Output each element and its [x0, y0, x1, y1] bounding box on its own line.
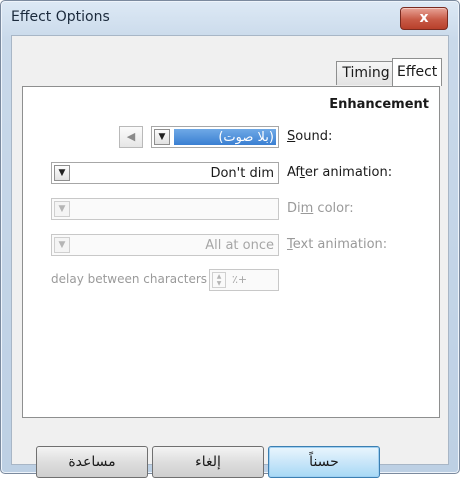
chevron-down-icon: ▼ [54, 165, 70, 181]
sound-preview-button[interactable]: ◀ [119, 126, 143, 148]
cancel-button[interactable]: إلغاء [152, 446, 264, 478]
delay-value: ٪+ [232, 273, 248, 286]
text-animation-dropdown[interactable]: ▼ All at once [51, 234, 279, 256]
effect-options-dialog: Effect Options x Timing Effect Enhanceme… [0, 0, 460, 478]
sound-label: Sound: [287, 129, 333, 144]
tab-effect[interactable]: Effect [392, 58, 442, 86]
delay-label: delay between characters [51, 272, 208, 286]
effect-panel: Enhancement Sound: ◀ ▼ (بلا صوت) After a… [22, 86, 440, 418]
text-animation-label: Text animation: [287, 237, 388, 252]
close-button[interactable]: x [400, 7, 448, 30]
tab-timing[interactable]: Timing [336, 61, 396, 85]
after-animation-label: After animation: [287, 165, 393, 180]
chevron-down-icon: ▼ [54, 201, 70, 217]
after-animation-value: Don't dim [210, 166, 274, 181]
help-button[interactable]: مساعدة [36, 446, 148, 478]
dim-color-dropdown[interactable]: ▼ [51, 198, 279, 220]
chevron-down-icon: ▼ [54, 237, 70, 253]
after-animation-dropdown[interactable]: ▼ Don't dim [51, 162, 279, 184]
dialog-title: Effect Options [11, 9, 110, 25]
chevron-down-icon: ▼ [154, 129, 170, 145]
play-prev-icon: ◀ [126, 130, 136, 143]
enhancement-heading: Enhancement [329, 97, 429, 112]
ok-button[interactable]: حسناً [268, 446, 380, 478]
delay-spinner[interactable]: ▲ ▼ ٪+ [209, 269, 279, 291]
dialog-body: Timing Effect Enhancement Sound: ◀ ▼ (بل… [11, 35, 449, 478]
spin-arrows-icon[interactable]: ▲ ▼ [212, 272, 226, 288]
title-bar[interactable]: Effect Options x [1, 1, 459, 35]
sound-dropdown[interactable]: ▼ (بلا صوت) [151, 126, 279, 148]
sound-value: (بلا صوت) [218, 130, 274, 145]
dim-color-label: Dim color: [287, 201, 354, 216]
text-animation-value: All at once [205, 238, 274, 253]
